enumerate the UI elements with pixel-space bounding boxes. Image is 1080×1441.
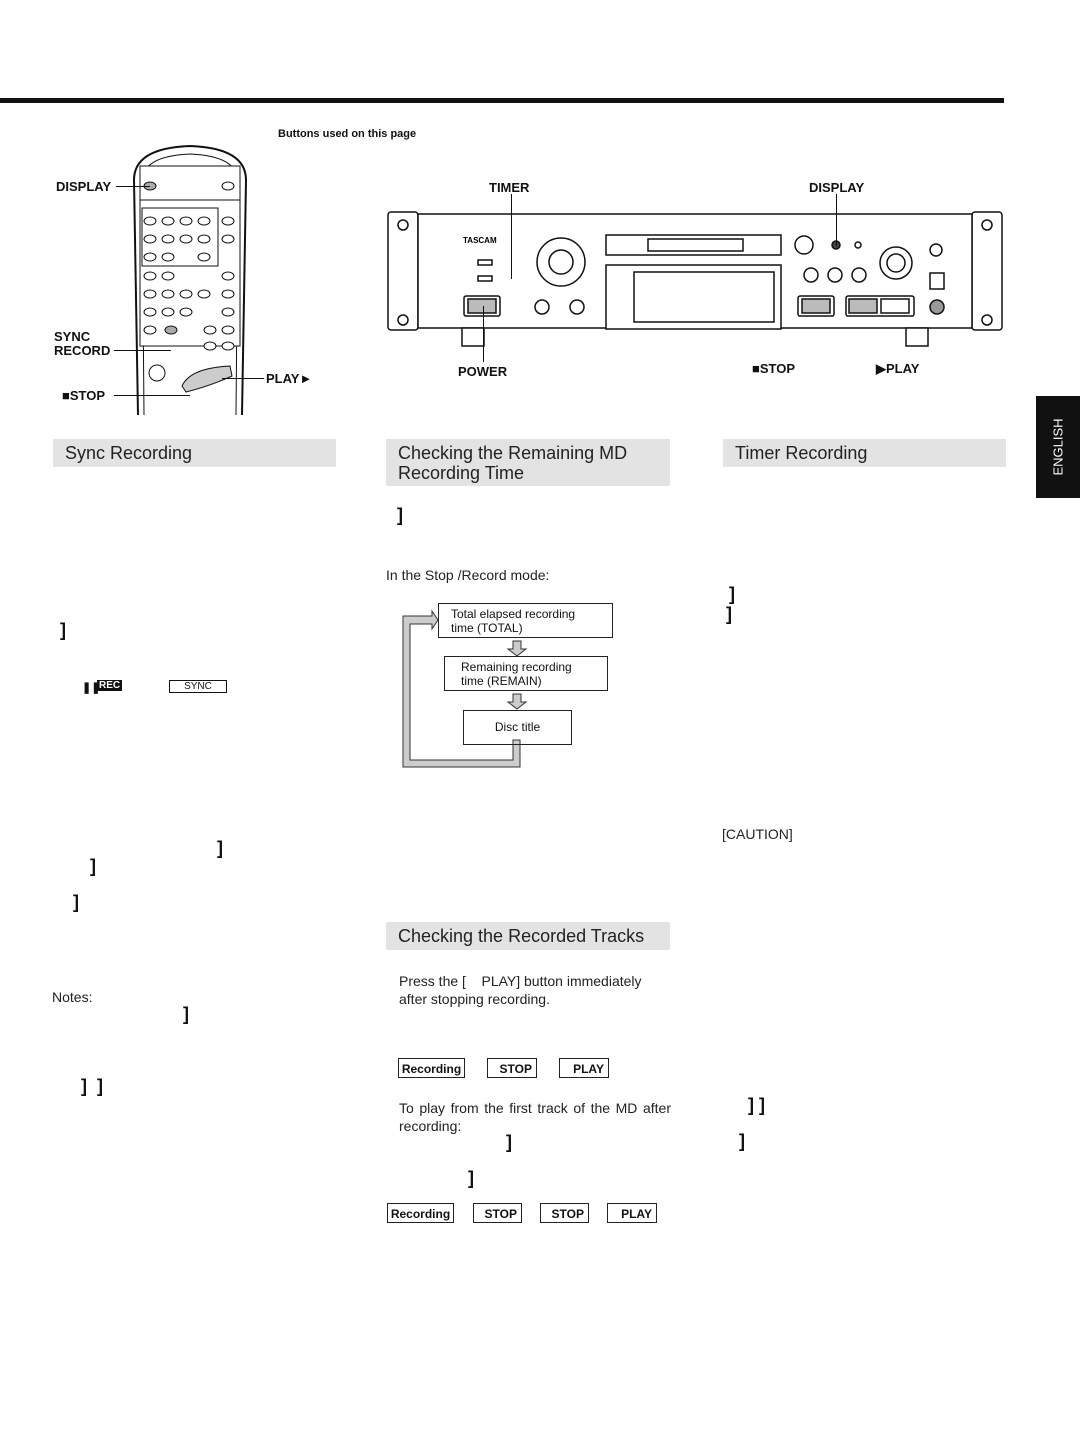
remote-play-label: PLAY►	[266, 371, 313, 386]
deck-display-label: DISPLAY	[809, 180, 865, 195]
press-play-text: Press the [ PLAY] button immediately aft…	[399, 973, 646, 1007]
deck-play-label: ▶PLAY	[876, 361, 920, 376]
sync-indicator: SYNC	[169, 680, 227, 693]
seq1-recording: Recording	[398, 1058, 465, 1078]
deck-timer-label: TIMER	[489, 180, 530, 195]
seq1-stop: STOP	[487, 1058, 537, 1078]
language-tab: ENGLISH	[1036, 396, 1080, 498]
heading-line: Recording Time	[398, 463, 525, 483]
manual-page: Buttons used on this page DISPLAY SYNC R…	[0, 0, 1080, 1441]
tascam-logo: TASCAM	[463, 236, 497, 245]
deck-power-label: POWER	[458, 364, 508, 379]
bracket-fragment: ]	[739, 1131, 745, 1151]
heading-line: Checking the Remaining MD	[398, 443, 628, 463]
md-deck-illustration: TASCAM	[387, 211, 1003, 347]
sync-recording-heading: Sync Recording	[53, 439, 336, 467]
bracket-fragment: ] ]	[81, 1076, 103, 1096]
buttons-used-caption: Buttons used on this page	[278, 128, 417, 140]
bracket-fragment: ]	[729, 584, 735, 604]
remote-stop-label: ■STOP	[62, 388, 106, 403]
recorded-tracks-heading: Checking the Recorded Tracks	[386, 922, 670, 950]
seq2-recording: Recording	[387, 1203, 454, 1223]
remote-display-label: DISPLAY	[56, 179, 112, 194]
seq2-stop: STOP	[473, 1203, 522, 1223]
bracket-fragment: ]	[90, 856, 96, 876]
timer-recording-heading: Timer Recording	[723, 439, 1006, 467]
seq1-play: PLAY	[559, 1058, 609, 1078]
flow-step-total: Total elapsed recording time (TOTAL)	[438, 603, 613, 638]
bracket-fragment: ]	[468, 1168, 474, 1188]
bracket-fragment: ]	[506, 1132, 512, 1152]
bracket-fragment: ]	[73, 892, 79, 912]
flow-step-disc-title: Disc title	[463, 710, 572, 745]
bracket-fragment: ]	[726, 604, 732, 624]
seq2-stop: STOP	[540, 1203, 589, 1223]
seq2-play: PLAY	[607, 1203, 657, 1223]
remote-sync-label: SYNC	[54, 329, 91, 344]
rec-indicator: REC	[97, 680, 123, 691]
deck-stop-label: ■STOP	[752, 361, 796, 376]
bracket-fragment: ]	[217, 838, 223, 858]
bracket-fragment: ]	[183, 1004, 189, 1024]
bracket-fragment: ]	[397, 505, 403, 525]
stop-record-mode-text: In the Stop /Record mode:	[386, 567, 550, 583]
first-track-text: To play from the first track of the MD a…	[399, 1100, 671, 1134]
bracket-fragment: ]	[60, 620, 66, 640]
notes-label: Notes:	[52, 989, 93, 1005]
remaining-time-heading: Checking the Remaining MD Recording Time	[386, 439, 670, 486]
flow-step-remain: Remaining recording time (REMAIN)	[444, 656, 608, 691]
remote-record-label: RECORD	[54, 343, 111, 358]
top-rule	[0, 98, 1004, 103]
remote-control-illustration	[132, 144, 248, 415]
caution-label: [CAUTION]	[722, 826, 793, 842]
bracket-fragment: ] ]	[748, 1095, 765, 1115]
